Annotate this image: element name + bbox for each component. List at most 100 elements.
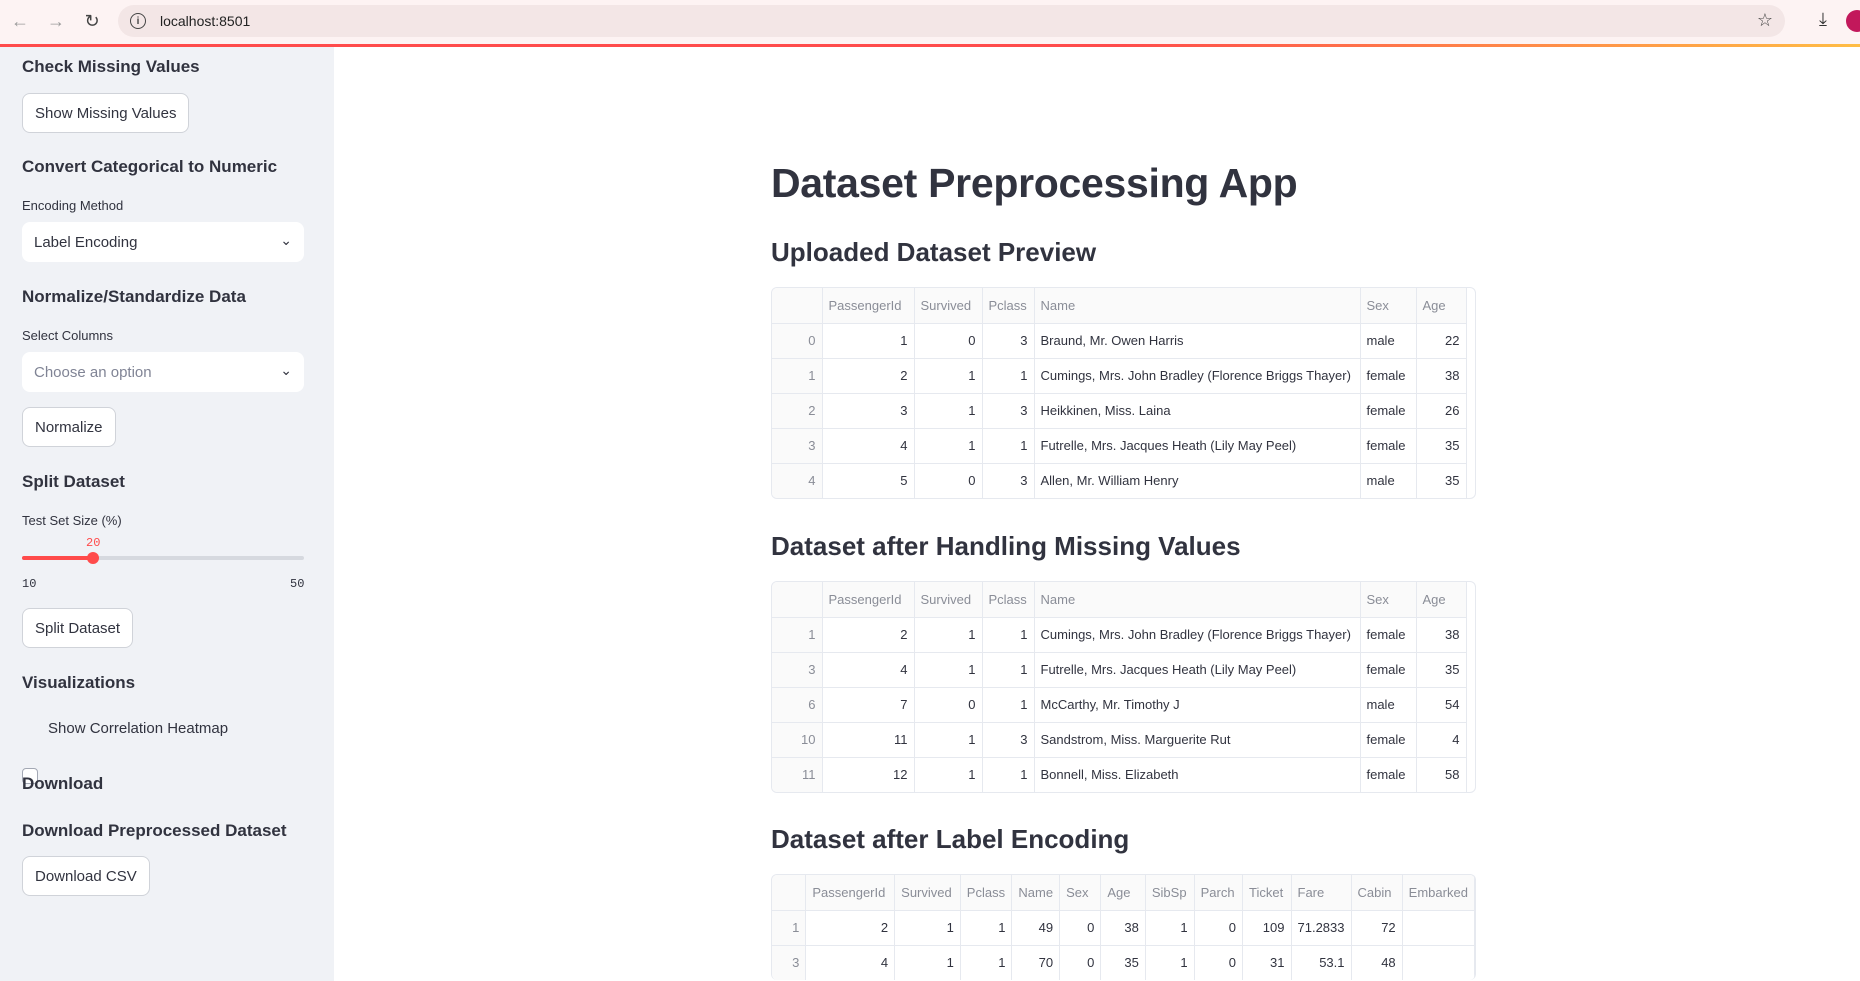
test-size-slider[interactable] — [22, 552, 304, 564]
column-header[interactable]: Pclass — [960, 875, 1013, 911]
table-cell[interactable]: 1 — [982, 757, 1035, 792]
column-header[interactable]: Survived — [894, 875, 961, 911]
table-cell[interactable]: 0 — [1194, 910, 1244, 946]
table-cell[interactable]: 1 — [822, 323, 915, 359]
table-cell[interactable]: Futrelle, Mrs. Jacques Heath (Lily May P… — [1034, 428, 1361, 464]
table-cell[interactable]: 3 — [982, 323, 1035, 359]
column-header[interactable]: Sex — [1360, 582, 1417, 618]
row-index-cell[interactable]: 11 — [772, 757, 823, 792]
table-cell[interactable]: 1 — [914, 757, 983, 792]
table-cell[interactable]: 1 — [894, 910, 961, 946]
row-index-cell[interactable]: 1 — [772, 617, 823, 653]
profile-avatar[interactable] — [1846, 10, 1860, 32]
column-header[interactable]: PassengerId — [805, 875, 896, 911]
table-cell[interactable]: 12 — [822, 757, 915, 792]
select-columns-multiselect[interactable]: Choose an option ⌄ — [22, 352, 304, 392]
missing-table[interactable]: PassengerId Survived Pclass Name Sex Age 1 2 1 1 C… — [771, 581, 1476, 793]
table-cell[interactable]: 35 — [1416, 463, 1467, 498]
column-header[interactable]: PassengerId — [822, 288, 915, 324]
table-cell[interactable]: 1 — [914, 652, 983, 688]
table-cell[interactable]: 2 — [822, 617, 915, 653]
table-cell[interactable]: 48 — [1351, 945, 1403, 980]
forward-arrow-icon[interactable]: → — [44, 9, 68, 33]
table-cell[interactable]: 1 — [914, 722, 983, 758]
table-cell[interactable]: 4 — [805, 945, 896, 980]
row-index-cell[interactable]: 3 — [772, 652, 823, 688]
table-cell[interactable]: 2 — [822, 358, 915, 394]
table-cell[interactable]: 22 — [1416, 323, 1467, 359]
table-cell[interactable]: female — [1360, 617, 1417, 653]
table-cell[interactable]: male — [1360, 323, 1417, 359]
column-header[interactable] — [772, 875, 807, 911]
table-cell[interactable]: 5 — [822, 463, 915, 498]
table-cell[interactable]: 4 — [822, 652, 915, 688]
preview-table[interactable]: PassengerId Survived Pclass Name Sex Age 0 1 0 3 B… — [771, 287, 1476, 499]
table-cell[interactable]: Allen, Mr. William Henry — [1034, 463, 1361, 498]
table-cell[interactable]: 54 — [1416, 687, 1467, 723]
column-header[interactable]: SibSp — [1145, 875, 1195, 911]
show-missing-values-button[interactable]: Show Missing Values — [22, 93, 190, 133]
url-text[interactable]: localhost:8501 — [160, 13, 250, 29]
table-cell[interactable]: 3 — [822, 393, 915, 429]
table-cell[interactable]: 49 — [1011, 910, 1061, 946]
row-index-cell[interactable]: 1 — [772, 910, 807, 946]
table-cell[interactable]: 1 — [982, 687, 1035, 723]
table-cell[interactable]: female — [1360, 358, 1417, 394]
table-cell[interactable]: 31 — [1242, 945, 1292, 980]
table-cell[interactable]: 38 — [1100, 910, 1146, 946]
column-header[interactable]: Survived — [914, 288, 983, 324]
row-index-cell[interactable]: 0 — [772, 323, 823, 359]
table-cell[interactable] — [1402, 910, 1475, 946]
reload-icon[interactable]: ↻ — [80, 9, 104, 33]
table-cell[interactable]: 0 — [1059, 945, 1102, 980]
encoding-method-select[interactable]: Label Encoding ⌄ — [22, 222, 304, 262]
column-header[interactable]: Pclass — [982, 288, 1035, 324]
table-cell[interactable]: female — [1360, 652, 1417, 688]
table-cell[interactable]: 0 — [1059, 910, 1102, 946]
column-header[interactable]: Age — [1100, 875, 1146, 911]
table-cell[interactable]: Bonnell, Miss. Elizabeth — [1034, 757, 1361, 792]
table-cell[interactable]: 58 — [1416, 757, 1467, 792]
table-cell[interactable]: 1 — [894, 945, 961, 980]
table-cell[interactable]: 0 — [914, 687, 983, 723]
table-cell[interactable]: 4 — [822, 428, 915, 464]
table-cell[interactable] — [1402, 945, 1475, 980]
table-cell[interactable]: 4 — [1416, 722, 1467, 758]
bookmark-star-icon[interactable]: ☆ — [1757, 10, 1773, 31]
row-index-cell[interactable]: 6 — [772, 687, 823, 723]
table-cell[interactable]: 1 — [982, 652, 1035, 688]
table-cell[interactable]: 1 — [1145, 910, 1195, 946]
table-cell[interactable]: Sandstrom, Miss. Marguerite Rut — [1034, 722, 1361, 758]
table-cell[interactable]: 3 — [982, 722, 1035, 758]
table-cell[interactable]: 1 — [960, 945, 1013, 980]
table-cell[interactable]: 70 — [1011, 945, 1061, 980]
column-header[interactable]: Embarked — [1402, 875, 1475, 911]
table-cell[interactable]: 35 — [1416, 428, 1467, 464]
test-size-slider-handle[interactable] — [86, 552, 99, 564]
table-cell[interactable]: 71.2833 — [1291, 910, 1352, 946]
table-cell[interactable]: 0 — [914, 463, 983, 498]
column-header[interactable]: Ticket — [1242, 875, 1292, 911]
table-cell[interactable]: 3 — [982, 393, 1035, 429]
table-cell[interactable]: 1 — [914, 358, 983, 394]
table-cell[interactable]: Cumings, Mrs. John Bradley (Florence Bri… — [1034, 358, 1361, 394]
table-cell[interactable]: 1 — [982, 428, 1035, 464]
table-cell[interactable]: 0 — [1194, 945, 1244, 980]
table-cell[interactable]: McCarthy, Mr. Timothy J — [1034, 687, 1361, 723]
row-index-cell[interactable]: 2 — [772, 393, 823, 429]
address-bar[interactable]: i localhost:8501 ☆ — [118, 5, 1785, 37]
table-cell[interactable]: 1 — [982, 617, 1035, 653]
table-cell[interactable]: Heikkinen, Miss. Laina — [1034, 393, 1361, 429]
column-header[interactable]: Name — [1011, 875, 1061, 911]
column-header[interactable]: Fare — [1291, 875, 1352, 911]
column-header[interactable]: PassengerId — [822, 582, 915, 618]
encoded-table[interactable]: PassengerId Survived Pclass Name Sex Age SibSp… — [771, 874, 1476, 980]
column-header[interactable]: Sex — [1059, 875, 1102, 911]
table-cell[interactable]: 1 — [960, 910, 1013, 946]
table-cell[interactable]: 3 — [982, 463, 1035, 498]
table-cell[interactable]: 1 — [1145, 945, 1195, 980]
table-cell[interactable]: 35 — [1100, 945, 1146, 980]
back-arrow-icon[interactable]: ← — [8, 9, 32, 33]
table-cell[interactable]: 38 — [1416, 358, 1467, 394]
column-header[interactable]: Age — [1416, 582, 1467, 618]
